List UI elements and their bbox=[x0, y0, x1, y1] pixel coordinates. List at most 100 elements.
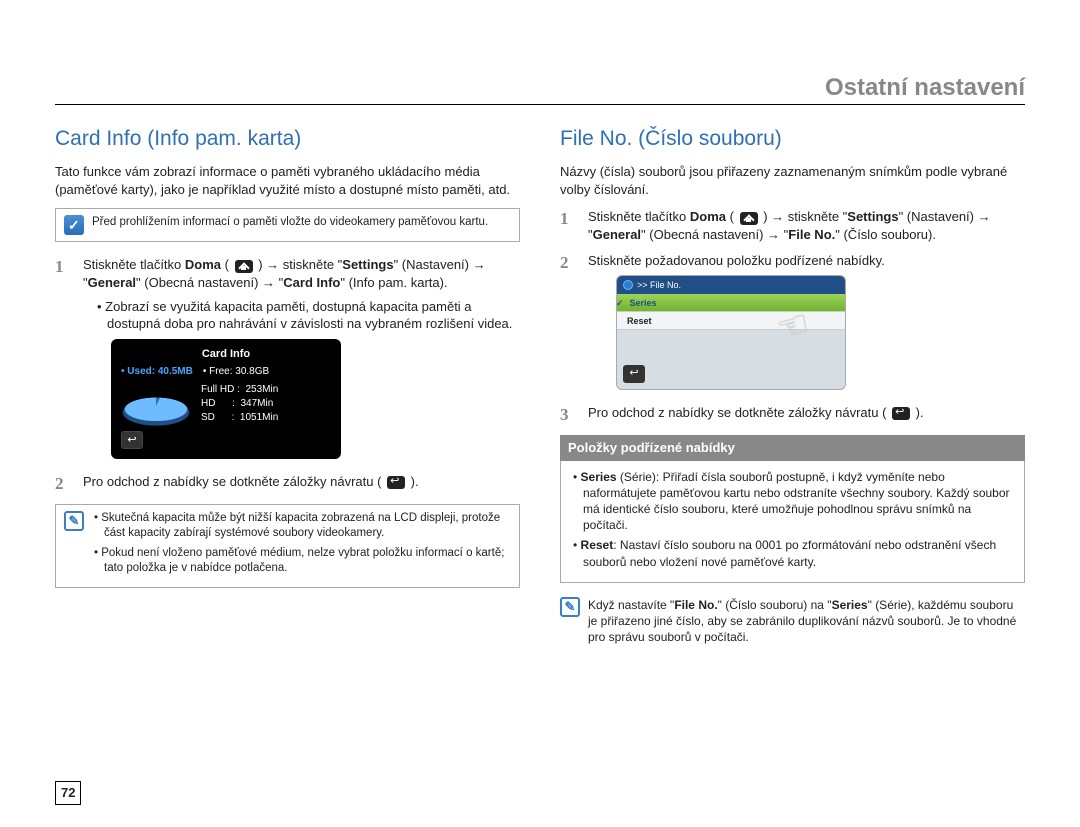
return-icon bbox=[387, 476, 405, 489]
note-item: • Skutečná kapacita může být nižší kapac… bbox=[92, 511, 511, 542]
t: ) → stiskněte " bbox=[255, 257, 343, 272]
right-step-2: 2 Stiskněte požadovanou položku podřízen… bbox=[560, 252, 1025, 397]
free-label: • Free: 30.8GB bbox=[203, 365, 269, 379]
t: Full HD bbox=[201, 384, 234, 395]
fileno-item-series: Series bbox=[617, 294, 845, 312]
right-heading: File No. (Číslo souboru) bbox=[560, 125, 1025, 153]
step-body: Pro odchod z nabídky se dotkněte záložky… bbox=[83, 473, 520, 496]
t: Když nastavíte " bbox=[588, 598, 674, 612]
step-number: 1 bbox=[55, 256, 73, 465]
t: File No. bbox=[674, 598, 717, 612]
note-item: • Pokud není vloženo paměťové médium, ne… bbox=[92, 546, 511, 577]
right-intro: Názvy (čísla) souborů jsou přiřazeny zaz… bbox=[560, 163, 1025, 198]
left-step-2: 2 Pro odchod z nabídky se dotkněte zálož… bbox=[55, 473, 520, 496]
submenu-item: • Reset: Nastaví číslo souboru na 0001 p… bbox=[571, 537, 1014, 569]
t: : Nastaví číslo souboru na 0001 po zform… bbox=[583, 538, 996, 568]
tip-text: Když nastavíte "File No." (Číslo souboru… bbox=[588, 597, 1025, 646]
t: " (Obecná nastavení) → " bbox=[136, 275, 283, 290]
step-body: Stiskněte tlačítko Doma ( ) → stiskněte … bbox=[588, 208, 1025, 243]
header-rule bbox=[55, 104, 1025, 105]
t: Pro odchod z nabídky se dotkněte záložky… bbox=[588, 405, 890, 420]
t: Reset bbox=[581, 538, 614, 552]
t: Zobrazí se využitá kapacita paměti, dost… bbox=[105, 299, 512, 332]
t: Card Info bbox=[283, 275, 340, 290]
t: " (Číslo souboru) na " bbox=[718, 598, 832, 612]
t: SD bbox=[201, 412, 215, 423]
t: HD bbox=[201, 398, 215, 409]
left-step-1: 1 Stiskněte tlačítko Doma ( ) → stisknět… bbox=[55, 256, 520, 465]
cardinfo-title: Card Info bbox=[121, 347, 331, 362]
tip-icon: ✎ bbox=[560, 597, 580, 617]
t: Skutečná kapacita může být nižší kapacit… bbox=[101, 512, 500, 540]
t: (Série): Přiřadí čísla souborů postupně,… bbox=[583, 470, 1010, 533]
t: Stiskněte tlačítko bbox=[588, 209, 690, 224]
t: 253Min bbox=[245, 384, 278, 395]
page-header: Ostatní nastavení bbox=[825, 72, 1025, 104]
t: Stiskněte tlačítko bbox=[83, 257, 185, 272]
t: >> File No. bbox=[637, 276, 681, 294]
step-number: 2 bbox=[55, 473, 73, 496]
t: 347Min bbox=[240, 398, 273, 409]
cardinfo-lines: Full HD : 253Min HD : 347Min SD : 1051Mi… bbox=[201, 383, 278, 425]
t: " (Obecná nastavení) → " bbox=[641, 227, 788, 242]
fileno-breadcrumb: >> File No. bbox=[617, 276, 845, 294]
tip-icon: ✎ bbox=[64, 511, 84, 531]
t: " (Číslo souboru). bbox=[835, 227, 936, 242]
fileno-screenshot: >> File No. Series Reset ☜ ↩ bbox=[616, 275, 846, 390]
t: Series bbox=[832, 598, 868, 612]
t: : bbox=[232, 412, 235, 423]
pie-chart-icon bbox=[121, 390, 191, 418]
t: ( bbox=[726, 209, 738, 224]
step-number: 1 bbox=[560, 208, 578, 243]
t: General bbox=[593, 227, 641, 242]
t: Pro odchod z nabídky se dotkněte záložky… bbox=[83, 474, 385, 489]
gear-icon bbox=[623, 280, 633, 290]
page-number: 72 bbox=[55, 781, 81, 805]
back-icon: ↩ bbox=[623, 365, 645, 383]
t: Series bbox=[581, 470, 617, 484]
t: General bbox=[88, 275, 136, 290]
used-label: • Used: 40.5MB bbox=[121, 365, 193, 379]
t: ). bbox=[912, 405, 924, 420]
t: Doma bbox=[185, 257, 221, 272]
home-icon bbox=[235, 260, 253, 273]
t: File No. bbox=[788, 227, 835, 242]
page: { "header": { "title": "Ostatní nastaven… bbox=[0, 0, 1080, 827]
t: Series bbox=[630, 298, 657, 308]
left-column: Card Info (Info pam. karta) Tato funkce … bbox=[55, 125, 520, 659]
check-icon bbox=[64, 215, 84, 235]
step-body: Stiskněte požadovanou položku podřízené … bbox=[588, 252, 1025, 397]
t: Pokud není vloženo paměťové médium, nelz… bbox=[101, 547, 504, 575]
step-body: Stiskněte tlačítko Doma ( ) → stiskněte … bbox=[83, 256, 520, 465]
t: ). bbox=[407, 474, 419, 489]
right-step-1: 1 Stiskněte tlačítko Doma ( ) → stisknět… bbox=[560, 208, 1025, 243]
cardinfo-screenshot: Card Info • Used: 40.5MB • Free: 30.8GB … bbox=[111, 339, 341, 459]
fileno-item-reset: Reset bbox=[617, 312, 845, 330]
t: ( bbox=[221, 257, 233, 272]
t: Settings bbox=[342, 257, 393, 272]
left-intro: Tato funkce vám zobrazí informace o pamě… bbox=[55, 163, 520, 198]
step-body: Pro odchod z nabídky se dotkněte záložky… bbox=[588, 404, 1025, 427]
t: Stiskněte požadovanou položku podřízené … bbox=[588, 253, 885, 268]
tip-note: ✎ Když nastavíte "File No." (Číslo soubo… bbox=[560, 597, 1025, 646]
step1-bullet: • Zobrazí se využitá kapacita paměti, do… bbox=[97, 298, 520, 333]
pre-note-box: Před prohlížením informací o paměti vlož… bbox=[55, 208, 520, 242]
submenu-item: • Series (Série): Přiřadí čísla souborů … bbox=[571, 469, 1014, 534]
step-number: 2 bbox=[560, 252, 578, 397]
post-note-list: • Skutečná kapacita může být nižší kapac… bbox=[92, 511, 511, 581]
t: ) → stiskněte " bbox=[760, 209, 848, 224]
step-number: 3 bbox=[560, 404, 578, 427]
right-step-3: 3 Pro odchod z nabídky se dotkněte zálož… bbox=[560, 404, 1025, 427]
back-icon: ↩ bbox=[121, 431, 143, 449]
t: : bbox=[237, 384, 240, 395]
t: " (Info pam. karta). bbox=[340, 275, 447, 290]
submenu-box: • Series (Série): Přiřadí čísla souborů … bbox=[560, 461, 1025, 583]
left-heading: Card Info (Info pam. karta) bbox=[55, 125, 520, 153]
right-column: File No. (Číslo souboru) Názvy (čísla) s… bbox=[560, 125, 1025, 659]
return-icon bbox=[892, 407, 910, 420]
t: : bbox=[232, 398, 235, 409]
home-icon bbox=[740, 212, 758, 225]
pre-note-text: Před prohlížením informací o paměti vlož… bbox=[92, 215, 488, 235]
submenu-header: Položky podřízené nabídky bbox=[560, 435, 1025, 461]
t: 1051Min bbox=[240, 412, 278, 423]
